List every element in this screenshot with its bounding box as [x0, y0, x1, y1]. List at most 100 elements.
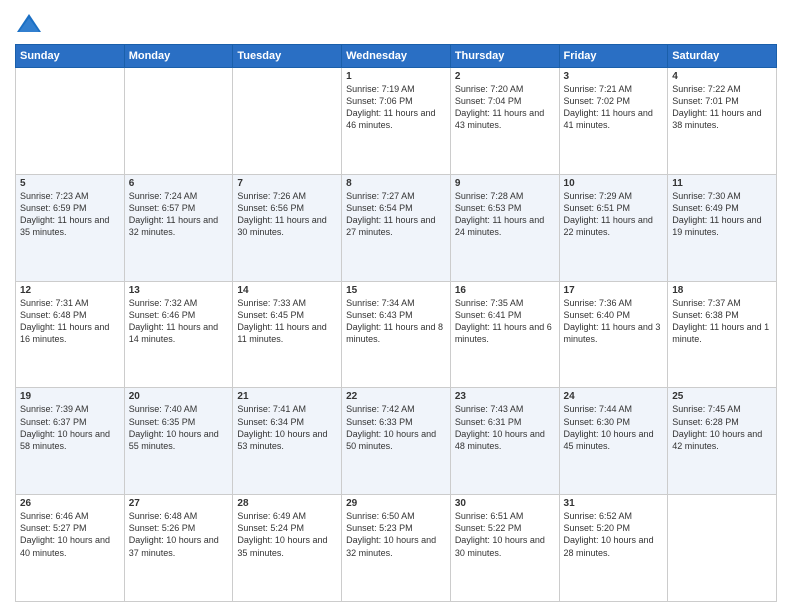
calendar-cell — [233, 68, 342, 175]
day-number: 17 — [564, 285, 664, 296]
calendar-cell: 15Sunrise: 7:34 AM Sunset: 6:43 PM Dayli… — [342, 281, 451, 388]
calendar-cell: 20Sunrise: 7:40 AM Sunset: 6:35 PM Dayli… — [124, 388, 233, 495]
day-info: Sunrise: 7:22 AM Sunset: 7:01 PM Dayligh… — [672, 83, 772, 132]
calendar-cell: 24Sunrise: 7:44 AM Sunset: 6:30 PM Dayli… — [559, 388, 668, 495]
day-info: Sunrise: 6:49 AM Sunset: 5:24 PM Dayligh… — [237, 510, 337, 559]
day-info: Sunrise: 6:48 AM Sunset: 5:26 PM Dayligh… — [129, 510, 229, 559]
day-info: Sunrise: 7:31 AM Sunset: 6:48 PM Dayligh… — [20, 297, 120, 346]
day-number: 23 — [455, 391, 555, 402]
calendar-cell: 17Sunrise: 7:36 AM Sunset: 6:40 PM Dayli… — [559, 281, 668, 388]
calendar-week-5: 26Sunrise: 6:46 AM Sunset: 5:27 PM Dayli… — [16, 495, 777, 602]
day-info: Sunrise: 7:39 AM Sunset: 6:37 PM Dayligh… — [20, 403, 120, 452]
day-number: 6 — [129, 178, 229, 189]
calendar-week-3: 12Sunrise: 7:31 AM Sunset: 6:48 PM Dayli… — [16, 281, 777, 388]
day-info: Sunrise: 7:44 AM Sunset: 6:30 PM Dayligh… — [564, 403, 664, 452]
calendar-week-1: 1Sunrise: 7:19 AM Sunset: 7:06 PM Daylig… — [16, 68, 777, 175]
day-number: 8 — [346, 178, 446, 189]
day-number: 30 — [455, 498, 555, 509]
day-info: Sunrise: 7:28 AM Sunset: 6:53 PM Dayligh… — [455, 190, 555, 239]
day-info: Sunrise: 7:45 AM Sunset: 6:28 PM Dayligh… — [672, 403, 772, 452]
weekday-header-sunday: Sunday — [16, 45, 125, 68]
day-info: Sunrise: 7:35 AM Sunset: 6:41 PM Dayligh… — [455, 297, 555, 346]
day-number: 14 — [237, 285, 337, 296]
day-info: Sunrise: 7:29 AM Sunset: 6:51 PM Dayligh… — [564, 190, 664, 239]
calendar-cell: 9Sunrise: 7:28 AM Sunset: 6:53 PM Daylig… — [450, 174, 559, 281]
day-info: Sunrise: 6:50 AM Sunset: 5:23 PM Dayligh… — [346, 510, 446, 559]
day-info: Sunrise: 7:37 AM Sunset: 6:38 PM Dayligh… — [672, 297, 772, 346]
weekday-header-tuesday: Tuesday — [233, 45, 342, 68]
day-number: 26 — [20, 498, 120, 509]
calendar-cell: 13Sunrise: 7:32 AM Sunset: 6:46 PM Dayli… — [124, 281, 233, 388]
day-number: 18 — [672, 285, 772, 296]
calendar-cell: 29Sunrise: 6:50 AM Sunset: 5:23 PM Dayli… — [342, 495, 451, 602]
day-number: 7 — [237, 178, 337, 189]
day-info: Sunrise: 7:34 AM Sunset: 6:43 PM Dayligh… — [346, 297, 446, 346]
day-number: 2 — [455, 71, 555, 82]
day-info: Sunrise: 7:20 AM Sunset: 7:04 PM Dayligh… — [455, 83, 555, 132]
day-number: 11 — [672, 178, 772, 189]
day-info: Sunrise: 7:32 AM Sunset: 6:46 PM Dayligh… — [129, 297, 229, 346]
weekday-header-saturday: Saturday — [668, 45, 777, 68]
day-info: Sunrise: 7:19 AM Sunset: 7:06 PM Dayligh… — [346, 83, 446, 132]
logo — [15, 10, 47, 38]
day-info: Sunrise: 7:24 AM Sunset: 6:57 PM Dayligh… — [129, 190, 229, 239]
weekday-header-wednesday: Wednesday — [342, 45, 451, 68]
calendar-cell: 12Sunrise: 7:31 AM Sunset: 6:48 PM Dayli… — [16, 281, 125, 388]
day-number: 9 — [455, 178, 555, 189]
day-number: 5 — [20, 178, 120, 189]
day-number: 12 — [20, 285, 120, 296]
day-info: Sunrise: 7:23 AM Sunset: 6:59 PM Dayligh… — [20, 190, 120, 239]
weekday-header-monday: Monday — [124, 45, 233, 68]
calendar-cell — [16, 68, 125, 175]
day-number: 13 — [129, 285, 229, 296]
day-info: Sunrise: 7:43 AM Sunset: 6:31 PM Dayligh… — [455, 403, 555, 452]
day-info: Sunrise: 7:40 AM Sunset: 6:35 PM Dayligh… — [129, 403, 229, 452]
day-number: 29 — [346, 498, 446, 509]
day-info: Sunrise: 7:26 AM Sunset: 6:56 PM Dayligh… — [237, 190, 337, 239]
day-number: 28 — [237, 498, 337, 509]
page: SundayMondayTuesdayWednesdayThursdayFrid… — [0, 0, 792, 612]
day-number: 4 — [672, 71, 772, 82]
day-info: Sunrise: 7:33 AM Sunset: 6:45 PM Dayligh… — [237, 297, 337, 346]
calendar-cell: 6Sunrise: 7:24 AM Sunset: 6:57 PM Daylig… — [124, 174, 233, 281]
calendar-week-4: 19Sunrise: 7:39 AM Sunset: 6:37 PM Dayli… — [16, 388, 777, 495]
calendar-cell: 2Sunrise: 7:20 AM Sunset: 7:04 PM Daylig… — [450, 68, 559, 175]
day-number: 20 — [129, 391, 229, 402]
calendar-cell — [124, 68, 233, 175]
calendar-cell: 31Sunrise: 6:52 AM Sunset: 5:20 PM Dayli… — [559, 495, 668, 602]
day-info: Sunrise: 7:36 AM Sunset: 6:40 PM Dayligh… — [564, 297, 664, 346]
day-number: 25 — [672, 391, 772, 402]
calendar-cell: 1Sunrise: 7:19 AM Sunset: 7:06 PM Daylig… — [342, 68, 451, 175]
calendar-cell: 23Sunrise: 7:43 AM Sunset: 6:31 PM Dayli… — [450, 388, 559, 495]
calendar-cell: 16Sunrise: 7:35 AM Sunset: 6:41 PM Dayli… — [450, 281, 559, 388]
calendar-cell: 27Sunrise: 6:48 AM Sunset: 5:26 PM Dayli… — [124, 495, 233, 602]
header — [15, 10, 777, 38]
calendar-cell: 26Sunrise: 6:46 AM Sunset: 5:27 PM Dayli… — [16, 495, 125, 602]
day-number: 24 — [564, 391, 664, 402]
calendar-table: SundayMondayTuesdayWednesdayThursdayFrid… — [15, 44, 777, 602]
calendar-cell: 3Sunrise: 7:21 AM Sunset: 7:02 PM Daylig… — [559, 68, 668, 175]
calendar-cell: 11Sunrise: 7:30 AM Sunset: 6:49 PM Dayli… — [668, 174, 777, 281]
day-number: 22 — [346, 391, 446, 402]
day-info: Sunrise: 7:21 AM Sunset: 7:02 PM Dayligh… — [564, 83, 664, 132]
calendar-cell: 14Sunrise: 7:33 AM Sunset: 6:45 PM Dayli… — [233, 281, 342, 388]
day-info: Sunrise: 6:51 AM Sunset: 5:22 PM Dayligh… — [455, 510, 555, 559]
calendar-cell: 10Sunrise: 7:29 AM Sunset: 6:51 PM Dayli… — [559, 174, 668, 281]
day-number: 31 — [564, 498, 664, 509]
day-info: Sunrise: 7:27 AM Sunset: 6:54 PM Dayligh… — [346, 190, 446, 239]
calendar-cell: 30Sunrise: 6:51 AM Sunset: 5:22 PM Dayli… — [450, 495, 559, 602]
day-info: Sunrise: 7:42 AM Sunset: 6:33 PM Dayligh… — [346, 403, 446, 452]
day-number: 3 — [564, 71, 664, 82]
day-number: 19 — [20, 391, 120, 402]
calendar-cell: 19Sunrise: 7:39 AM Sunset: 6:37 PM Dayli… — [16, 388, 125, 495]
day-info: Sunrise: 7:30 AM Sunset: 6:49 PM Dayligh… — [672, 190, 772, 239]
day-number: 27 — [129, 498, 229, 509]
day-number: 21 — [237, 391, 337, 402]
calendar-cell: 21Sunrise: 7:41 AM Sunset: 6:34 PM Dayli… — [233, 388, 342, 495]
weekday-header-row: SundayMondayTuesdayWednesdayThursdayFrid… — [16, 45, 777, 68]
day-number: 10 — [564, 178, 664, 189]
calendar-cell: 8Sunrise: 7:27 AM Sunset: 6:54 PM Daylig… — [342, 174, 451, 281]
calendar-cell — [668, 495, 777, 602]
day-info: Sunrise: 6:52 AM Sunset: 5:20 PM Dayligh… — [564, 510, 664, 559]
calendar-cell: 4Sunrise: 7:22 AM Sunset: 7:01 PM Daylig… — [668, 68, 777, 175]
